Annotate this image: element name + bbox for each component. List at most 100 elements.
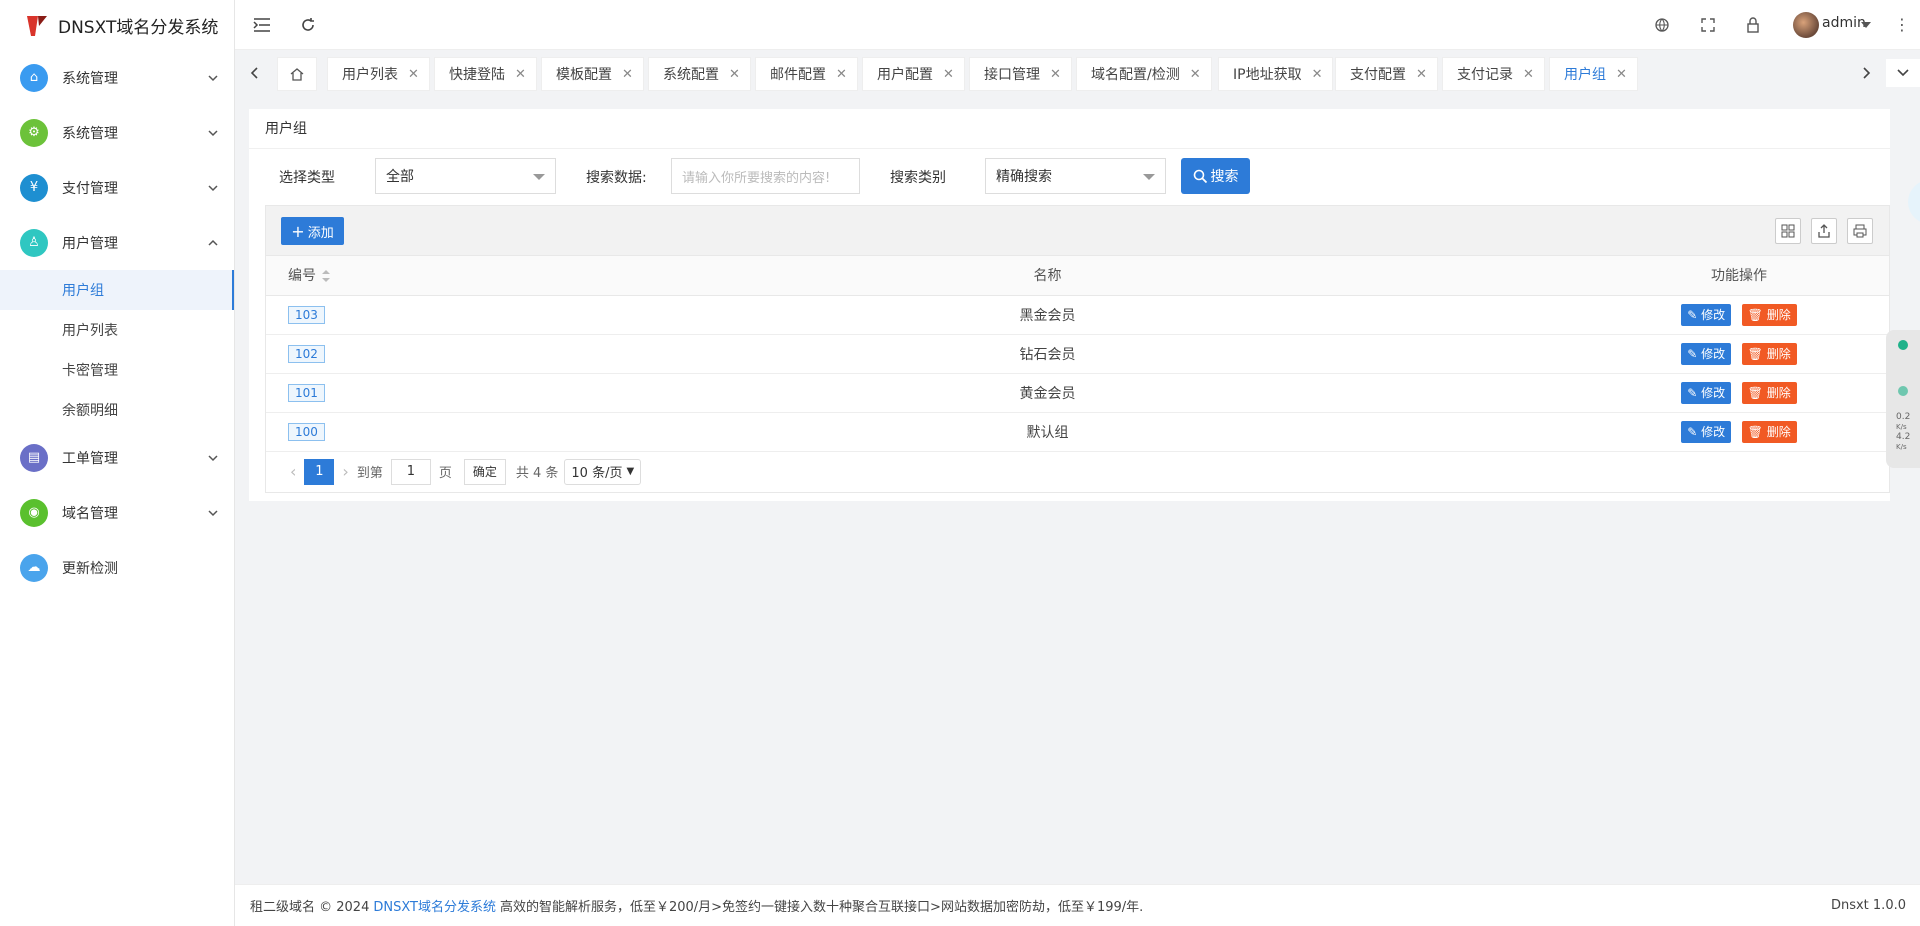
- close-icon[interactable]: ✕: [729, 67, 740, 82]
- sort-icon[interactable]: [322, 270, 330, 283]
- tab-menu-chevron-down-icon[interactable]: [1886, 59, 1920, 87]
- tab-label: 邮件配置: [770, 67, 826, 83]
- prev-page-icon[interactable]: ‹: [290, 462, 296, 481]
- tab-label: 支付记录: [1457, 67, 1513, 83]
- close-icon[interactable]: ✕: [1190, 67, 1201, 82]
- tab-quick-login[interactable]: 快捷登陆 ✕: [434, 57, 537, 91]
- sidebar-item-tickets[interactable]: ▤ 工单管理: [0, 430, 234, 485]
- tab-user-config[interactable]: 用户配置 ✕: [862, 57, 965, 91]
- close-icon[interactable]: ✕: [515, 67, 526, 82]
- edit-button[interactable]: ✎ 修改: [1681, 342, 1732, 365]
- edit-button[interactable]: ✎ 修改: [1681, 420, 1732, 443]
- tab-label: 支付配置: [1350, 67, 1406, 83]
- close-icon[interactable]: ✕: [943, 67, 954, 82]
- globe-icon[interactable]: [1652, 15, 1672, 35]
- sidebar-item-users[interactable]: ♙ 用户管理: [0, 215, 234, 270]
- sidebar-item-system-2[interactable]: ⚙ 系统管理: [0, 105, 234, 160]
- chevron-down-icon: [208, 509, 218, 516]
- close-icon[interactable]: ✕: [1312, 67, 1323, 82]
- more-vertical-icon[interactable]: ⋮: [1894, 15, 1910, 34]
- delete-button[interactable]: 🗑 删除: [1741, 420, 1797, 443]
- goto-confirm-button[interactable]: 确定: [463, 458, 506, 485]
- caret-down-icon[interactable]: [1861, 22, 1871, 28]
- id-tag: 101: [288, 383, 325, 402]
- tab-user-list[interactable]: 用户列表 ✕: [327, 57, 430, 91]
- settings-icon: ⚙: [20, 118, 48, 147]
- columns-icon[interactable]: [1775, 218, 1801, 244]
- edit-button[interactable]: ✎ 修改: [1681, 381, 1732, 404]
- network-monitor[interactable]: 0.2 K/s 4.2 K/s: [1886, 330, 1920, 468]
- avatar[interactable]: [1793, 12, 1819, 38]
- footer-link[interactable]: DNSXT域名分发系统: [373, 896, 496, 915]
- submenu-item-user-list[interactable]: 用户列表: [0, 310, 234, 350]
- upload-unit: K/s: [1896, 423, 1907, 431]
- close-icon[interactable]: ✕: [1523, 67, 1534, 82]
- refresh-icon[interactable]: [298, 15, 318, 35]
- trash-icon: 🗑: [1747, 346, 1767, 361]
- net-speed: 0.2 K/s 4.2 K/s: [1896, 412, 1910, 452]
- edit-button[interactable]: ✎ 修改: [1681, 303, 1732, 326]
- export-icon[interactable]: [1811, 218, 1837, 244]
- delete-button[interactable]: 🗑 删除: [1741, 381, 1797, 404]
- goto-page-input[interactable]: 1: [390, 458, 431, 485]
- id-tag: 103: [288, 305, 325, 324]
- version-label: Dnsxt 1.0.0: [1830, 898, 1906, 913]
- close-icon[interactable]: ✕: [1050, 67, 1061, 82]
- id-column-header[interactable]: 编号: [266, 256, 506, 296]
- close-icon[interactable]: ✕: [1616, 67, 1627, 82]
- user-name[interactable]: admin: [1822, 15, 1866, 31]
- group-name: 默认组: [506, 412, 1589, 452]
- print-icon[interactable]: [1847, 218, 1873, 244]
- close-icon[interactable]: ✕: [622, 67, 633, 82]
- tab-user-group[interactable]: 用户组 ✕: [1549, 57, 1638, 91]
- page-size-select[interactable]: 10 条/页 ▼: [564, 458, 642, 485]
- tab-system-config[interactable]: 系统配置 ✕: [648, 57, 751, 91]
- sidebar-item-system[interactable]: ⌂ 系统管理: [0, 50, 234, 105]
- chevron-left-icon[interactable]: [241, 59, 269, 87]
- tab-api-management[interactable]: 接口管理 ✕: [969, 57, 1072, 91]
- side-float-handle[interactable]: [1908, 180, 1920, 224]
- search-icon: [1193, 169, 1207, 183]
- close-icon[interactable]: ✕: [408, 67, 419, 82]
- edit-label: 修改: [1701, 346, 1726, 361]
- tab-domain-config[interactable]: 域名配置/检测 ✕: [1076, 57, 1212, 91]
- sidebar-item-label: 系统管理: [62, 125, 118, 142]
- category-select[interactable]: 精确搜索: [985, 158, 1166, 194]
- close-icon[interactable]: ✕: [836, 67, 847, 82]
- home-tab-icon[interactable]: [277, 57, 317, 91]
- next-page-icon[interactable]: ›: [342, 462, 348, 481]
- tab-template-config[interactable]: 模板配置 ✕: [541, 57, 644, 91]
- menu-toggle-icon[interactable]: [252, 15, 272, 35]
- sidebar-item-payment[interactable]: ¥ 支付管理: [0, 160, 234, 215]
- sidebar-item-update-check[interactable]: ☁ 更新检测: [0, 540, 234, 595]
- tab-payment-records[interactable]: 支付记录 ✕: [1442, 57, 1545, 91]
- brand[interactable]: DNSXT域名分发系统: [0, 0, 234, 50]
- home-icon: ⌂: [20, 63, 48, 92]
- submenu-item-user-group[interactable]: 用户组: [0, 270, 234, 310]
- search-input-placeholder: 请输入你所要搜索的内容!: [682, 170, 831, 186]
- close-icon[interactable]: ✕: [1416, 67, 1427, 82]
- delete-button[interactable]: 🗑 删除: [1741, 342, 1797, 365]
- search-button[interactable]: 搜索: [1181, 158, 1250, 194]
- trash-icon: 🗑: [1747, 424, 1767, 439]
- add-button[interactable]: + 添加: [281, 217, 344, 245]
- delete-button[interactable]: 🗑 删除: [1741, 303, 1797, 326]
- domain-icon: ◉: [20, 498, 48, 527]
- submenu-item-balance[interactable]: 余额明细: [0, 390, 234, 430]
- search-input[interactable]: 请输入你所要搜索的内容!: [671, 158, 860, 194]
- sidebar-item-domains[interactable]: ◉ 域名管理: [0, 485, 234, 540]
- data-label: 搜索数据:: [586, 170, 647, 186]
- current-page[interactable]: 1: [304, 458, 335, 485]
- lock-icon[interactable]: [1743, 15, 1763, 35]
- chevron-right-icon[interactable]: [1852, 59, 1880, 87]
- type-select[interactable]: 全部: [375, 158, 556, 194]
- tab-ip-fetch[interactable]: IP地址获取 ✕: [1218, 57, 1334, 91]
- fullscreen-icon[interactable]: [1698, 15, 1718, 35]
- data-table: + 添加 编号 名称 功能操作 103 黑金会员 ✎ 修改 🗑 删除 102 钻…: [265, 205, 1890, 493]
- tab-mail-config[interactable]: 邮件配置 ✕: [755, 57, 858, 91]
- add-button-label: 添加: [307, 225, 334, 241]
- table-header-row: 编号 名称 功能操作: [266, 256, 1889, 296]
- tab-payment-config[interactable]: 支付配置 ✕: [1335, 57, 1438, 91]
- id-tag: 102: [288, 344, 325, 363]
- submenu-item-card-keys[interactable]: 卡密管理: [0, 350, 234, 390]
